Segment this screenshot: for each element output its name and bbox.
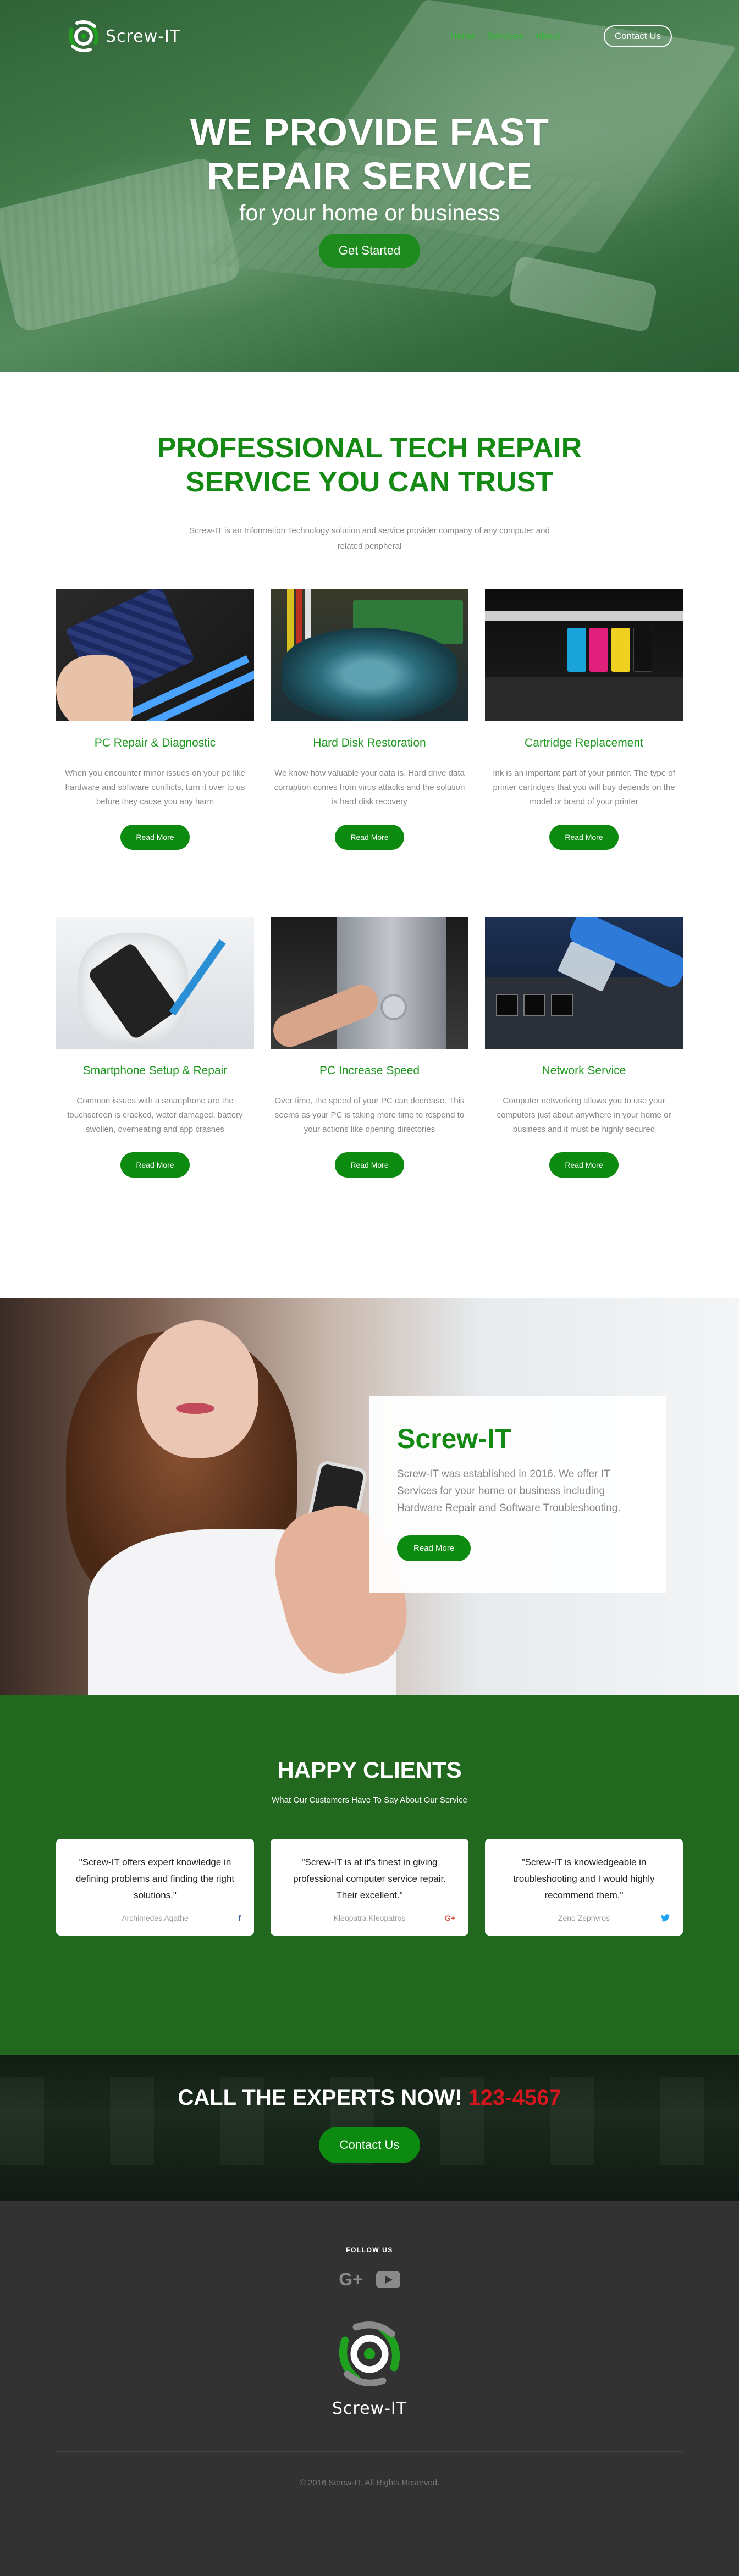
testimonial-card: "Screw-IT offers expert knowledge in def… bbox=[56, 1839, 254, 1936]
about-text: Screw-IT was established in 2016. We off… bbox=[397, 1468, 621, 1514]
service-description: When you encounter minor issues on your … bbox=[65, 769, 245, 806]
service-card-network: Network Service Computer networking allo… bbox=[485, 917, 683, 1178]
service-title: Hard Disk Restoration bbox=[313, 737, 426, 749]
service-description: Ink is an important part of your printer… bbox=[493, 769, 675, 806]
hero-headline-line-2: REPAIR SERVICE bbox=[207, 154, 532, 197]
about-card: Screw-IT Screw-IT was established in 201… bbox=[370, 1396, 666, 1593]
footer-divider bbox=[56, 2451, 683, 2452]
testimonials-tagline: What Our Customers Have To Say About Our… bbox=[272, 1795, 467, 1805]
google-plus-icon[interactable]: G+ bbox=[339, 2269, 363, 2290]
youtube-icon[interactable] bbox=[376, 2270, 400, 2288]
read-more-button[interactable]: Read More bbox=[549, 825, 619, 850]
service-card-smartphone: Smartphone Setup & Repair Common issues … bbox=[56, 917, 254, 1178]
testimonial-author: Archimedes Agathe bbox=[122, 1914, 189, 1922]
call-to-action-section: CALL THE EXPERTS NOW! 123-4567 Contact U… bbox=[0, 2055, 739, 2201]
testimonials-heading: HAPPY CLIENTS bbox=[277, 1757, 462, 1783]
brand-name: Screw-IT bbox=[106, 26, 181, 46]
service-card-hard-disk: Hard Disk Restoration We know how valuab… bbox=[271, 589, 468, 850]
nav-link-about[interactable]: About bbox=[535, 31, 559, 42]
follow-us-label: FOLLOW US bbox=[346, 2246, 393, 2254]
testimonials-grid: "Screw-IT offers expert knowledge in def… bbox=[56, 1839, 683, 1936]
service-card-pc-repair: PC Repair & Diagnostic When you encounte… bbox=[56, 589, 254, 850]
service-image-cartridge bbox=[485, 589, 683, 721]
cta-phone-number[interactable]: 123-4567 bbox=[468, 2086, 561, 2110]
hero-subheadline: for your home or business bbox=[239, 200, 500, 225]
screw-it-logo-icon bbox=[68, 20, 99, 52]
copyright-text: © 2016 Screw-IT. All Rights Reserved. bbox=[299, 2478, 440, 2487]
services-heading-line-2: SERVICE YOU CAN TRUST bbox=[185, 466, 554, 498]
twitter-icon[interactable] bbox=[661, 1914, 670, 1922]
nav-contact-button[interactable]: Contact Us bbox=[603, 25, 672, 47]
service-description: We know how valuable your data is. Hard … bbox=[274, 769, 465, 806]
testimonial-card: "Screw-IT is knowledgeable in troublesho… bbox=[485, 1839, 683, 1936]
testimonial-quote: "Screw-IT is knowledgeable in troublesho… bbox=[513, 1857, 655, 1900]
service-title: Network Service bbox=[542, 1064, 626, 1077]
get-started-button[interactable]: Get Started bbox=[318, 234, 421, 268]
hero-headline-line-1: WE PROVIDE FAST bbox=[190, 110, 549, 153]
brand-logo[interactable]: Screw-IT bbox=[66, 19, 180, 54]
about-photo-lips bbox=[176, 1403, 214, 1414]
testimonial-author: Kleopatra Kleopatros bbox=[333, 1914, 406, 1922]
cta-heading: CALL THE EXPERTS NOW! 123-4567 bbox=[0, 2055, 739, 2110]
read-more-button[interactable]: Read More bbox=[120, 1152, 190, 1178]
footer: FOLLOW US G+ Screw-IT © 2016 Screw-IT. A… bbox=[0, 2201, 739, 2576]
testimonial-quote: "Screw-IT is at it's finest in giving pr… bbox=[293, 1857, 446, 1900]
hero-content: WE PROVIDE FAST REPAIR SERVICE for your … bbox=[0, 110, 739, 268]
cta-text: CALL THE EXPERTS NOW! bbox=[178, 2086, 462, 2110]
testimonial-meta: Kleopatra Kleopatros G+ bbox=[284, 1914, 455, 1922]
footer-brand-name: Screw-IT bbox=[332, 2399, 407, 2418]
service-description: Computer networking allows you to use yo… bbox=[497, 1096, 671, 1134]
cta-contact-button[interactable]: Contact Us bbox=[318, 2127, 421, 2163]
read-more-button[interactable]: Read More bbox=[549, 1152, 619, 1178]
about-read-more-button[interactable]: Read More bbox=[397, 1535, 471, 1561]
testimonials-section: HAPPY CLIENTS What Our Customers Have To… bbox=[0, 1695, 739, 2055]
services-heading: PROFESSIONAL TECH REPAIR SERVICE YOU CAN… bbox=[0, 431, 739, 499]
service-image-pc-repair bbox=[56, 589, 254, 721]
testimonial-quote: "Screw-IT offers expert knowledge in def… bbox=[75, 1857, 235, 1900]
service-description: Common issues with a smartphone are the … bbox=[67, 1096, 243, 1134]
read-more-button[interactable]: Read More bbox=[120, 825, 190, 850]
services-intro: Screw-IT is an Information Technology so… bbox=[189, 526, 550, 551]
about-section: Screw-IT Screw-IT was established in 201… bbox=[0, 1298, 739, 1695]
testimonial-card: "Screw-IT is at it's finest in giving pr… bbox=[271, 1839, 468, 1936]
nav-link-services[interactable]: Services bbox=[487, 31, 523, 42]
service-title: PC Increase Speed bbox=[319, 1064, 420, 1077]
social-links: G+ bbox=[0, 2269, 739, 2290]
hero-headline: WE PROVIDE FAST REPAIR SERVICE bbox=[0, 110, 739, 198]
nav-menu: Home Services About Contact Us bbox=[450, 25, 672, 47]
about-photo-face bbox=[137, 1320, 258, 1458]
hero-section: Screw-IT Home Services About Contact Us … bbox=[0, 0, 739, 372]
read-more-button[interactable]: Read More bbox=[335, 825, 404, 850]
service-image-smartphone bbox=[56, 917, 254, 1049]
service-description: Over time, the speed of your PC can decr… bbox=[274, 1096, 465, 1134]
nav-link-home[interactable]: Home bbox=[450, 31, 475, 42]
about-title: Screw-IT bbox=[397, 1423, 512, 1454]
service-image-network bbox=[485, 917, 683, 1049]
service-title: PC Repair & Diagnostic bbox=[94, 737, 216, 749]
footer-logo[interactable]: Screw-IT bbox=[320, 2318, 419, 2418]
service-card-cartridge: Cartridge Replacement Ink is an importan… bbox=[485, 589, 683, 850]
services-grid: PC Repair & Diagnostic When you encounte… bbox=[56, 589, 683, 1178]
testimonial-meta: Zeno Zephyros bbox=[498, 1914, 670, 1922]
testimonial-author: Zeno Zephyros bbox=[558, 1914, 610, 1922]
service-image-hard-disk bbox=[271, 589, 468, 721]
service-title: Smartphone Setup & Repair bbox=[82, 1064, 228, 1077]
google-plus-icon[interactable]: G+ bbox=[445, 1914, 455, 1922]
services-heading-line-1: PROFESSIONAL TECH REPAIR bbox=[157, 432, 582, 464]
read-more-button[interactable]: Read More bbox=[335, 1152, 404, 1178]
screw-it-logo-icon bbox=[339, 2321, 400, 2386]
service-title: Cartridge Replacement bbox=[525, 737, 643, 749]
service-image-pc-speed bbox=[271, 917, 468, 1049]
facebook-icon[interactable]: f bbox=[238, 1914, 241, 1922]
service-card-pc-speed: PC Increase Speed Over time, the speed o… bbox=[271, 917, 468, 1178]
testimonial-meta: Archimedes Agathe f bbox=[69, 1914, 241, 1922]
services-section: PROFESSIONAL TECH REPAIR SERVICE YOU CAN… bbox=[0, 372, 739, 1298]
top-navbar: Screw-IT Home Services About Contact Us bbox=[66, 19, 672, 54]
